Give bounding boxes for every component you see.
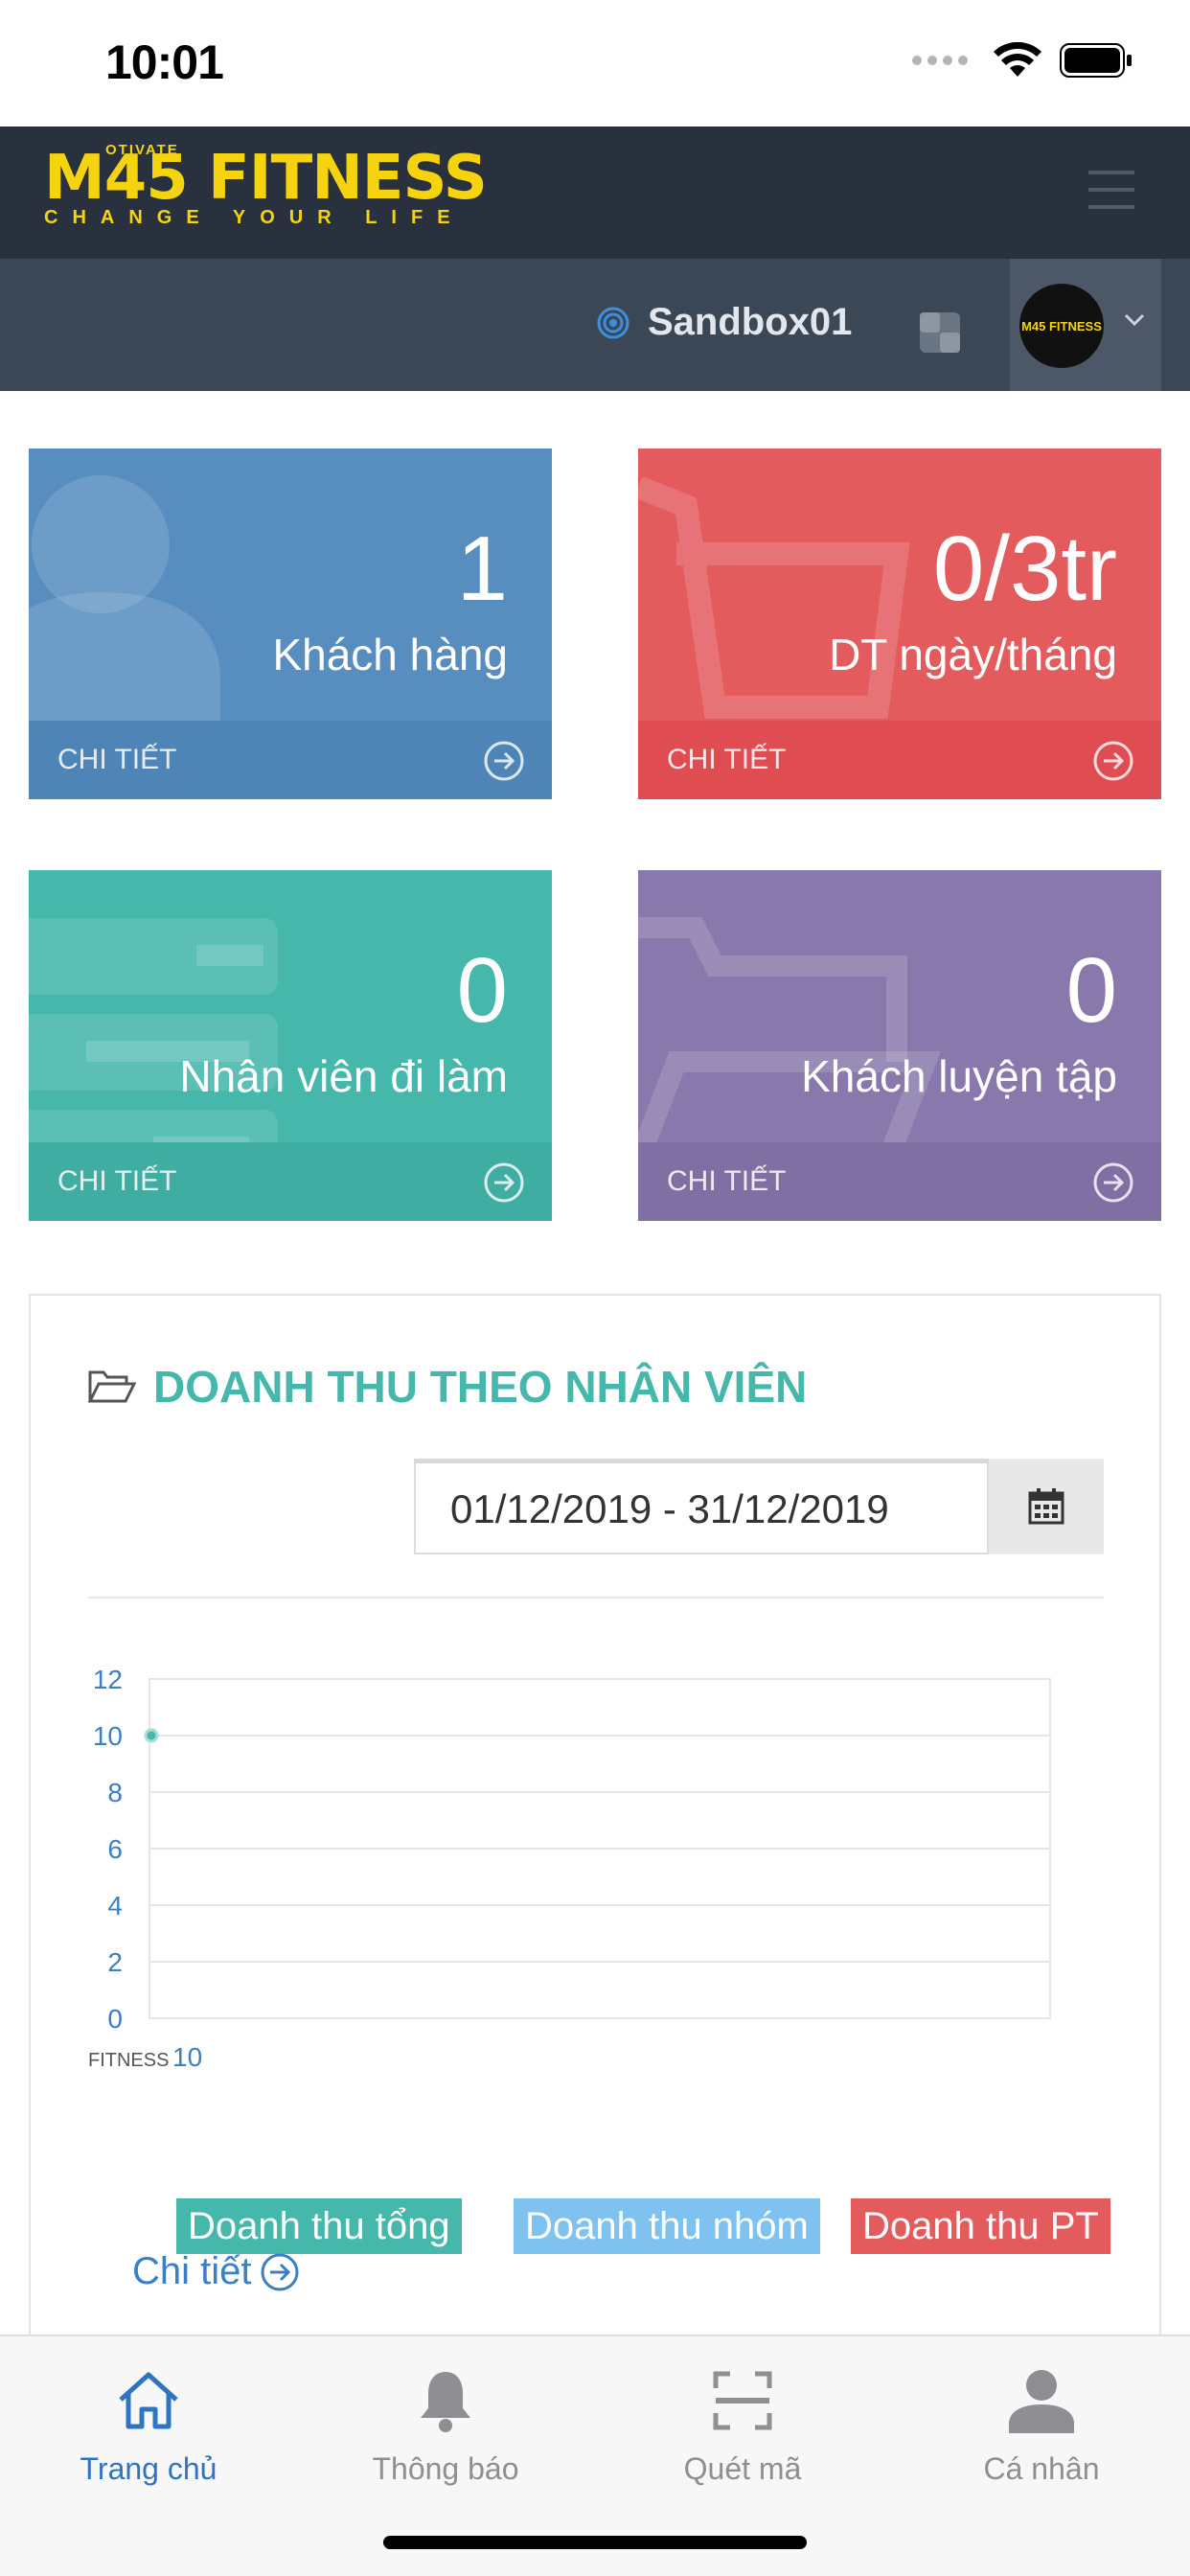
tab-scan[interactable]: Quét mã (594, 2358, 891, 2487)
tile-footer[interactable]: CHI TIẾT (638, 721, 1161, 799)
tile-label: Nhân viên đi làm (179, 1051, 508, 1101)
tile-staff[interactable]: 0 Nhân viên đi làm CHI TIẾT (29, 870, 552, 1221)
tab-notifications[interactable]: Thông báo (297, 2358, 594, 2487)
battery-icon (1060, 43, 1132, 78)
tab-profile[interactable]: Cá nhân (893, 2358, 1190, 2487)
date-range-input[interactable]: 01/12/2019 - 31/12/2019 (414, 1459, 989, 1554)
data-point[interactable] (144, 1728, 159, 1743)
home-indicator (383, 2536, 807, 2549)
logo[interactable]: OTIVATE M45 FITNESS CHANGE YOUR LIFE (44, 142, 488, 229)
folder-open-icon (88, 1370, 136, 1403)
signal-icon (912, 56, 968, 65)
tile-label: Khách hàng (272, 630, 508, 679)
tile-value: 0/3tr (932, 518, 1117, 620)
panel-title: DOANH THU THEO NHÂN VIÊN (153, 1362, 808, 1412)
tab-label: Trang chủ (80, 2451, 217, 2486)
menu-icon[interactable] (1088, 171, 1134, 209)
calendar-icon (1028, 1488, 1064, 1525)
tile-footer-label: CHI TIẾT (667, 1165, 787, 1197)
legend-group[interactable]: Doanh thu nhóm (514, 2198, 820, 2254)
detail-link[interactable]: Chi tiết (132, 2250, 300, 2293)
y-tick-label: 6 (107, 1834, 123, 1864)
app-header: OTIVATE M45 FITNESS CHANGE YOUR LIFE (0, 126, 1190, 259)
date-range-value: 01/12/2019 - 31/12/2019 (450, 1486, 889, 1531)
bell-icon (421, 2372, 470, 2432)
tile-label: DT ngày/tháng (829, 630, 1117, 679)
wifi-icon (994, 42, 1041, 77)
tile-footer-label: CHI TIẾT (57, 744, 177, 775)
tile-label: Khách luyện tập (801, 1051, 1117, 1101)
series-points (144, 1728, 159, 1743)
legend-pt[interactable]: Doanh thu PT (851, 2198, 1110, 2254)
tile-customers[interactable]: 1 Khách hàng CHI TIẾT (29, 448, 552, 799)
arrow-right-circle-icon (484, 1162, 524, 1203)
user-menu[interactable]: M45 FITNESS (1010, 259, 1161, 391)
arrow-right-circle-icon (1093, 1162, 1133, 1203)
tab-label: Thông báo (372, 2451, 519, 2486)
status-time: 10:01 (105, 35, 224, 89)
workspace-name: Sandbox01 (648, 301, 853, 343)
y-tick-label: 8 (107, 1778, 123, 1807)
detail-link-label: Chi tiết (132, 2250, 252, 2292)
y-tick-label: 12 (93, 1665, 123, 1694)
revenue-chart: 0 2 4 6 8 10 12 FITNESS 10 (88, 1641, 1104, 2177)
tile-revenue[interactable]: 0/3tr DT ngày/tháng CHI TIẾT (638, 448, 1161, 799)
workspace-selector[interactable]: Sandbox01 (596, 301, 852, 344)
tile-value: 0 (456, 939, 508, 1042)
grid-lines (149, 1735, 1050, 1963)
person-bg-icon (29, 475, 220, 736)
logo-otivate: OTIVATE (105, 142, 179, 158)
tab-home[interactable]: Trang chủ (0, 2358, 297, 2487)
revenue-panel: DOANH THU THEO NHÂN VIÊN 01/12/2019 - 31… (29, 1294, 1161, 2348)
tab-label: Quét mã (683, 2451, 802, 2486)
tile-footer[interactable]: CHI TIẾT (638, 1142, 1161, 1221)
y-tick-label: 4 (107, 1891, 123, 1920)
x-tick-prefix: FITNESS (88, 2050, 169, 2071)
layout-icon[interactable] (918, 310, 962, 355)
tile-footer[interactable]: CHI TIẾT (29, 1142, 552, 1221)
y-tick-label: 10 (93, 1721, 123, 1751)
chevron-down-icon (1124, 313, 1145, 327)
target-icon (597, 307, 629, 338)
divider (88, 1597, 1104, 1598)
tile-footer-label: CHI TIẾT (667, 744, 787, 775)
tile-value: 1 (456, 518, 508, 620)
tile-footer[interactable]: CHI TIẾT (29, 721, 552, 799)
status-bar: 10:01 (0, 0, 1190, 126)
tile-footer-label: CHI TIẾT (57, 1165, 177, 1197)
scan-icon (713, 2371, 772, 2430)
sub-header: Sandbox01 M45 FITNESS (0, 259, 1190, 391)
panel-header: DOANH THU THEO NHÂN VIÊN (88, 1361, 807, 1413)
tile-training[interactable]: 0 Khách luyện tập CHI TIẾT (638, 870, 1161, 1221)
y-axis-ticks: 0 2 4 6 8 10 12 (93, 1665, 123, 2034)
chart-svg: 0 2 4 6 8 10 12 FITNESS 10 (88, 1665, 1051, 2072)
y-tick-label: 2 (107, 1947, 123, 1977)
home-icon (119, 2372, 178, 2429)
arrow-right-circle-icon (261, 2253, 298, 2290)
y-tick-label: 0 (107, 2004, 123, 2034)
logo-tagline: CHANGE YOUR LIFE (44, 207, 465, 228)
person-icon (1009, 2370, 1074, 2433)
arrow-right-circle-icon (484, 741, 524, 781)
calendar-button[interactable] (989, 1459, 1104, 1554)
legend-total[interactable]: Doanh thu tổng (176, 2198, 462, 2254)
x-tick-suffix: 10 (172, 2042, 202, 2072)
arrow-right-circle-icon (1093, 741, 1133, 781)
tab-label: Cá nhân (983, 2451, 1100, 2486)
status-icons (912, 42, 1133, 79)
avatar: M45 FITNESS (1019, 284, 1104, 368)
tile-value: 0 (1065, 939, 1117, 1042)
